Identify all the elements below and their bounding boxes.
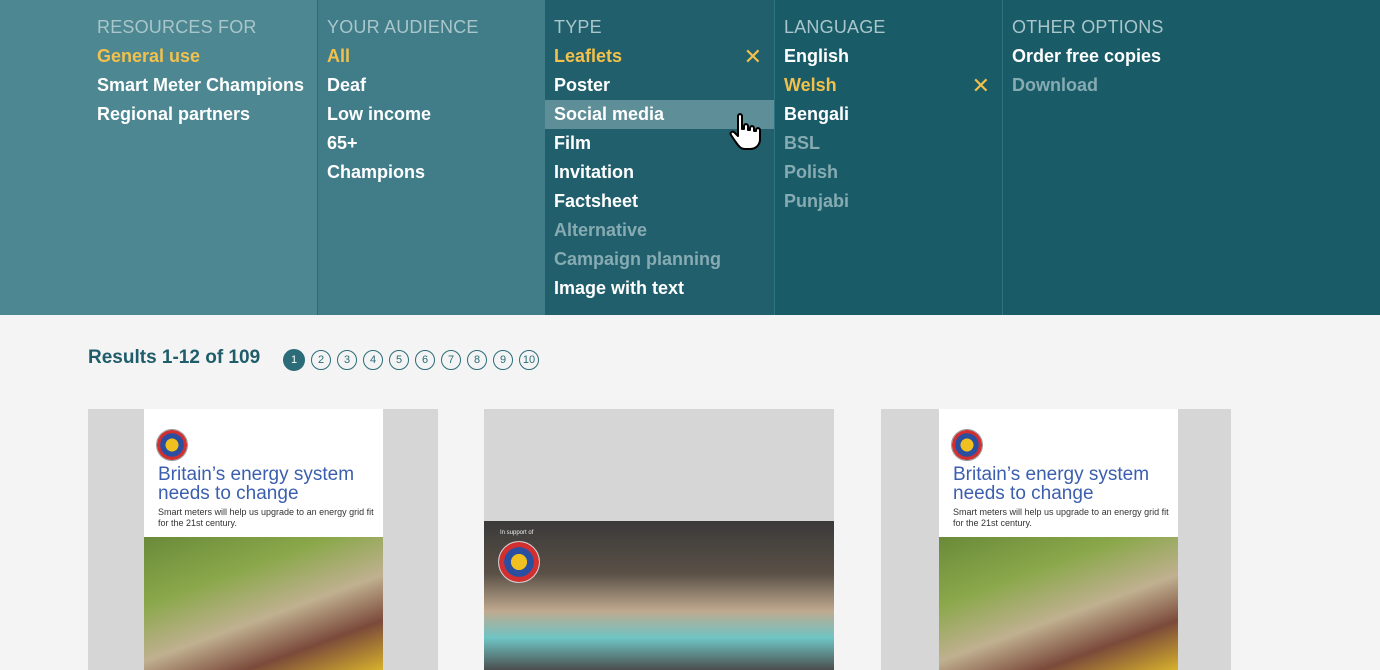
filter-column-language: LANGUAGE English Welsh ✕ Bengali BSL Pol… (774, 0, 1002, 315)
filter-option-welsh[interactable]: Welsh ✕ (775, 71, 1002, 100)
filter-option-image-with-text[interactable]: Image with text (545, 274, 774, 303)
pagination: 1 2 3 4 5 6 7 8 9 10 (283, 349, 539, 371)
page-button-10[interactable]: 10 (519, 350, 539, 370)
leaflet-subtitle: Smart meters will help us upgrade to an … (158, 507, 374, 528)
filter-option-champions[interactable]: Champions (318, 158, 545, 187)
campaign-logo-icon (951, 429, 983, 461)
filter-option-low-income[interactable]: Low income (318, 100, 545, 129)
remove-filter-icon[interactable]: ✕ (744, 42, 762, 71)
leaflet-title: Britain’s energy system needs to change (158, 464, 355, 504)
page-button-9[interactable]: 9 (493, 350, 513, 370)
filter-heading-other-options: OTHER OPTIONS (1012, 17, 1164, 37)
remove-filter-icon[interactable]: ✕ (972, 71, 990, 100)
leaflet-subtitle: Smart meters will help us upgrade to an … (953, 507, 1169, 528)
filter-option-regional-partners[interactable]: Regional partners (97, 100, 317, 129)
campaign-logo-icon (156, 429, 188, 461)
page-button-1[interactable]: 1 (283, 349, 305, 371)
filter-column-audience: YOUR AUDIENCE All Deaf Low income 65+ Ch… (317, 0, 545, 315)
hand-pointer-icon (729, 113, 761, 150)
filter-option-invitation[interactable]: Invitation (545, 158, 774, 187)
filter-option-campaign-planning[interactable]: Campaign planning (545, 245, 774, 274)
page-button-5[interactable]: 5 (389, 350, 409, 370)
filter-option-deaf[interactable]: Deaf (318, 71, 545, 100)
filter-panel: RESOURCES FOR General use Smart Meter Ch… (0, 0, 1380, 315)
page-button-3[interactable]: 3 (337, 350, 357, 370)
filter-column-type: TYPE Leaflets ✕ Poster Social media Film… (545, 0, 774, 315)
filter-option-punjabi[interactable]: Punjabi (775, 187, 1002, 216)
page-button-6[interactable]: 6 (415, 350, 435, 370)
filter-heading-resources-for: RESOURCES FOR (97, 17, 257, 37)
filter-option-leaflets[interactable]: Leaflets ✕ (545, 42, 774, 71)
resource-card[interactable]: Britain’s energy system needs to change … (881, 409, 1231, 670)
filter-option-polish[interactable]: Polish (775, 158, 1002, 187)
resource-card[interactable]: In support of (484, 409, 834, 670)
filter-column-other-options: OTHER OPTIONS Order free copies Download (1002, 0, 1380, 315)
filter-option-bengali[interactable]: Bengali (775, 100, 1002, 129)
filter-option-poster[interactable]: Poster (545, 71, 774, 100)
page-button-2[interactable]: 2 (311, 350, 331, 370)
page-button-4[interactable]: 4 (363, 350, 383, 370)
filter-option-label: Leaflets (554, 46, 623, 66)
filter-option-label: Welsh (784, 75, 837, 95)
leaflet-thumbnail: Britain’s energy system needs to change … (144, 409, 383, 670)
leaflet-photo (144, 537, 383, 670)
resource-card[interactable]: Britain’s energy system needs to change … (88, 409, 438, 670)
page-button-8[interactable]: 8 (467, 350, 487, 370)
social-media-photo: In support of (484, 521, 834, 670)
leaflet-thumbnail: Britain’s energy system needs to change … (939, 409, 1178, 670)
filter-option-english[interactable]: English (775, 42, 1002, 71)
filter-option-65-plus[interactable]: 65+ (318, 129, 545, 158)
filter-option-order-free-copies[interactable]: Order free copies (1003, 42, 1380, 71)
filter-option-download[interactable]: Download (1003, 71, 1380, 100)
filter-option-bsl[interactable]: BSL (775, 129, 1002, 158)
filter-option-all[interactable]: All (318, 42, 545, 71)
filter-option-general-use[interactable]: General use (97, 42, 317, 71)
filter-option-smart-meter-champions[interactable]: Smart Meter Champions (97, 71, 317, 100)
filter-heading-audience: YOUR AUDIENCE (327, 17, 479, 37)
filter-option-alternative[interactable]: Alternative (545, 216, 774, 245)
filter-heading-language: LANGUAGE (784, 17, 886, 37)
filter-option-factsheet[interactable]: Factsheet (545, 187, 774, 216)
filter-heading-type: TYPE (554, 17, 602, 37)
page-button-7[interactable]: 7 (441, 350, 461, 370)
results-count: Results 1-12 of 109 (88, 347, 261, 368)
leaflet-photo (939, 537, 1178, 670)
filter-column-resources-for: RESOURCES FOR General use Smart Meter Ch… (0, 0, 317, 315)
campaign-badge-icon (498, 541, 540, 583)
leaflet-title: Britain’s energy system needs to change (953, 464, 1150, 504)
in-support-of-label: In support of (500, 530, 534, 536)
